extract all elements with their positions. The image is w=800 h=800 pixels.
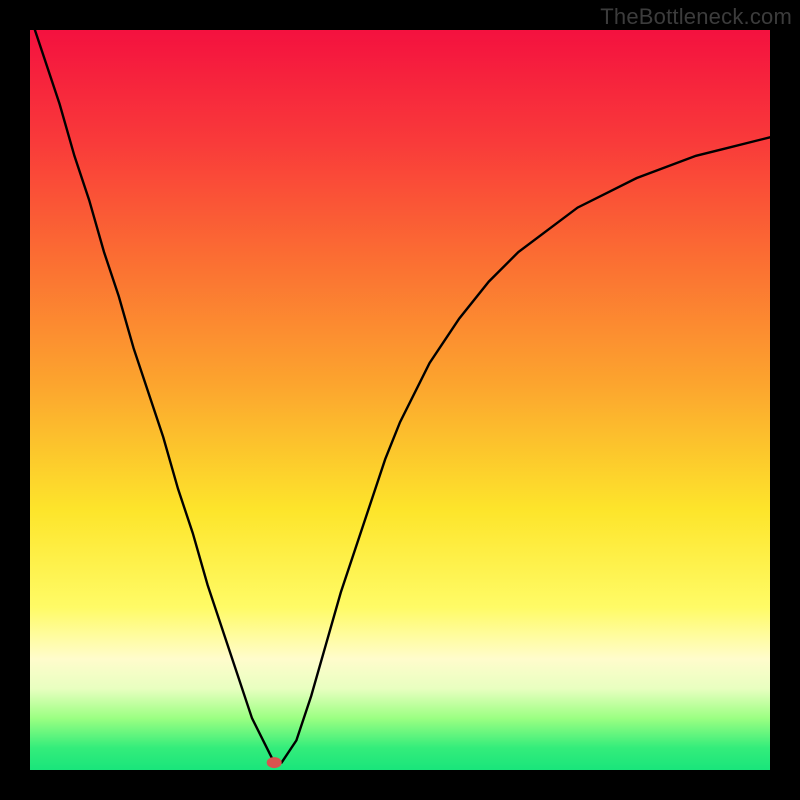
curve-left: [30, 15, 274, 762]
watermark-text: TheBottleneck.com: [600, 4, 792, 30]
chart-frame: TheBottleneck.com: [0, 0, 800, 800]
curve-right: [274, 137, 770, 762]
minimum-marker: [267, 758, 281, 768]
plot-area: [30, 30, 770, 770]
curve-svg: [30, 30, 770, 770]
